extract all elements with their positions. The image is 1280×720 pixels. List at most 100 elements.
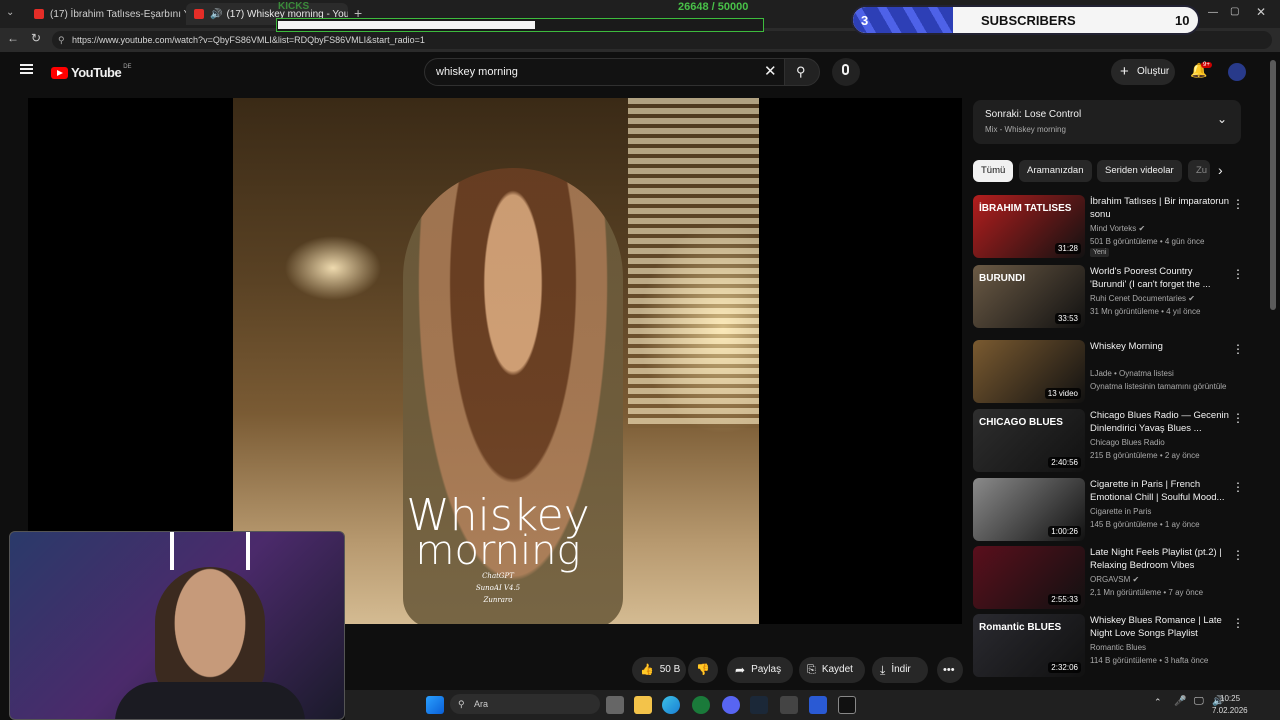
close-window-icon[interactable]: ✕ <box>1256 5 1266 19</box>
up-next-panel[interactable]: Sonraki: Lose Control Mix - Whiskey morn… <box>973 100 1241 144</box>
youtube-favicon-icon <box>34 9 44 19</box>
clear-search-icon[interactable]: ✕ <box>764 62 777 80</box>
save-label: Kaydet <box>821 664 853 675</box>
site-info-icon[interactable]: ⚲ <box>58 31 65 49</box>
search-value: whiskey morning <box>436 66 518 78</box>
thumbnail-text: Romantic BLUES <box>979 622 1062 633</box>
maximize-icon[interactable]: ▢ <box>1230 6 1239 17</box>
chips-next-icon[interactable]: › <box>1218 162 1223 178</box>
edge-icon[interactable] <box>662 696 680 714</box>
recommended-video[interactable]: İBRAHIM TATLISES 31:28 İbrahim Tatlıses … <box>973 195 1244 261</box>
search-button[interactable]: ⚲ <box>784 58 820 86</box>
recommended-video[interactable]: 1:00:26 Cigarette in Paris | French Emot… <box>973 478 1244 544</box>
tab-list-chevron-icon[interactable]: ⌄ <box>6 7 14 18</box>
region-code: DE <box>123 63 132 70</box>
like-button[interactable]: 👍 50 B <box>632 657 686 683</box>
more-vertical-icon[interactable]: ⋮ <box>1232 267 1244 281</box>
video-title[interactable]: Whiskey Morning <box>1090 340 1230 353</box>
epic-games-icon[interactable] <box>838 696 856 714</box>
file-explorer-icon[interactable] <box>634 696 652 714</box>
speaker-icon[interactable]: 🔊 <box>210 9 222 20</box>
recommended-video[interactable]: 2:55:33 Late Night Feels Playlist (pt.2)… <box>973 546 1244 612</box>
more-vertical-icon[interactable]: ⋮ <box>1232 342 1244 356</box>
video-channel[interactable]: ORGAVSM ✔ <box>1090 575 1139 584</box>
video-thumbnail[interactable]: İBRAHIM TATLISES 31:28 <box>973 195 1085 258</box>
more-vertical-icon[interactable]: ⋮ <box>1232 480 1244 494</box>
back-icon[interactable]: ← <box>7 31 19 45</box>
more-vertical-icon[interactable]: ⋮ <box>1232 411 1244 425</box>
thumbnail-text: BURUNDI <box>979 273 1026 284</box>
video-channel[interactable]: Romantic Blues <box>1090 643 1146 652</box>
taskbar-search[interactable]: ⚲ Ara <box>450 694 600 714</box>
save-button[interactable]: ⎘ Kaydet <box>799 657 865 683</box>
clock-time[interactable]: 10:25 <box>1220 694 1240 703</box>
chip-from-search[interactable]: Aramanızdan <box>1019 160 1092 182</box>
streamer-body <box>115 682 305 719</box>
recommended-video[interactable]: CHICAGO BLUES 2:40:56 Chicago Blues Radi… <box>973 409 1244 475</box>
video-channel[interactable]: Cigarette in Paris <box>1090 507 1151 516</box>
more-vertical-icon[interactable]: ⋮ <box>1232 548 1244 562</box>
video-title[interactable]: World's Poorest Country 'Burundi' (I can… <box>1090 265 1230 291</box>
tray-chevron-icon[interactable]: ⌃ <box>1154 697 1162 708</box>
task-view-icon[interactable] <box>606 696 624 714</box>
video-thumbnail[interactable]: 2:55:33 <box>973 546 1085 609</box>
video-thumbnail[interactable]: Romantic BLUES 2:32:06 <box>973 614 1085 677</box>
clock-date[interactable]: 7.02.2026 <box>1212 706 1248 715</box>
up-next-title: Sonraki: Lose Control <box>985 109 1082 120</box>
more-vertical-icon[interactable]: ⋮ <box>1232 616 1244 630</box>
page-scrollbar[interactable] <box>1270 60 1276 310</box>
window-blinds-art <box>628 98 759 428</box>
recommended-video[interactable]: BURUNDI 33:53 World's Poorest Country 'B… <box>973 265 1244 331</box>
more-vertical-icon[interactable]: ⋮ <box>1232 197 1244 211</box>
store-icon[interactable] <box>809 696 827 714</box>
menu-icon[interactable] <box>20 64 33 74</box>
video-title[interactable]: Chicago Blues Radio — Gecenin Dinlendiri… <box>1090 409 1230 435</box>
microphone-tray-icon[interactable]: 🎤 <box>1174 696 1186 707</box>
xp-progress-fill <box>278 21 535 29</box>
video-thumbnail[interactable]: 13 video <box>973 340 1085 403</box>
chip-more[interactable]: Zu <box>1188 160 1210 182</box>
artwork-credit: SunoAI V4.5 <box>475 584 521 592</box>
voice-search-button[interactable] <box>832 58 860 86</box>
search-icon: ⚲ <box>796 64 806 79</box>
app-tools-icon[interactable] <box>780 696 798 714</box>
browser-tab-1[interactable]: (17) İbrahim Tatlıses-Eşarbını Yan B × <box>26 3 186 25</box>
app-green-icon[interactable] <box>692 696 710 714</box>
windows-start-icon[interactable] <box>426 696 444 714</box>
video-title[interactable]: Whiskey Blues Romance | Late Night Love … <box>1090 614 1230 640</box>
avatar[interactable] <box>1228 63 1246 81</box>
share-button[interactable]: ➦ Paylaş <box>727 657 793 683</box>
steam-icon[interactable] <box>750 696 768 714</box>
like-count: 50 B <box>659 664 681 675</box>
search-input[interactable]: whiskey morning <box>424 58 792 86</box>
video-channel[interactable]: Chicago Blues Radio <box>1090 438 1165 447</box>
chevron-down-icon[interactable]: ⌄ <box>1217 112 1227 126</box>
reload-icon[interactable]: ↻ <box>31 31 41 45</box>
video-title[interactable]: Cigarette in Paris | French Emotional Ch… <box>1090 478 1230 504</box>
minimize-icon[interactable]: — <box>1208 7 1218 18</box>
thumbs-down-icon: 👎 <box>696 664 710 676</box>
video-channel[interactable]: Mind Vorteks ✔ <box>1090 224 1145 233</box>
download-button[interactable]: ⤓ İndir <box>872 657 928 683</box>
network-icon[interactable]: 🖵 <box>1194 696 1204 707</box>
chip-from-series[interactable]: Seriden videolar <box>1097 160 1182 182</box>
youtube-logo[interactable]: YouTube DE <box>51 63 132 80</box>
xp-progress-bar <box>276 18 764 32</box>
discord-icon[interactable] <box>722 696 740 714</box>
video-title[interactable]: İbrahim Tatlıses | Bir imparatorun sonu <box>1090 195 1230 221</box>
recommended-video[interactable]: 13 video Whiskey Morning LJade • Oynatma… <box>973 340 1244 406</box>
video-channel[interactable]: LJade • Oynatma listesi <box>1090 369 1174 378</box>
create-button[interactable]: + Oluştur <box>1111 59 1175 85</box>
video-thumbnail[interactable]: CHICAGO BLUES 2:40:56 <box>973 409 1085 472</box>
bunny-ears-headband <box>170 532 250 570</box>
recommended-video[interactable]: Romantic BLUES 2:32:06 Whiskey Blues Rom… <box>973 614 1244 680</box>
video-duration: 31:28 <box>1054 243 1081 254</box>
bookmark-icon: ⎘ <box>807 664 816 676</box>
video-thumbnail[interactable]: 1:00:26 <box>973 478 1085 541</box>
more-actions-button[interactable]: ••• <box>937 657 963 683</box>
video-channel[interactable]: Ruhi Cenet Documentaries ✔ <box>1090 294 1195 303</box>
dislike-button[interactable]: 👎 <box>688 657 718 683</box>
video-title[interactable]: Late Night Feels Playlist (pt.2) | Relax… <box>1090 546 1230 572</box>
video-thumbnail[interactable]: BURUNDI 33:53 <box>973 265 1085 328</box>
chip-all[interactable]: Tümü <box>973 160 1014 182</box>
